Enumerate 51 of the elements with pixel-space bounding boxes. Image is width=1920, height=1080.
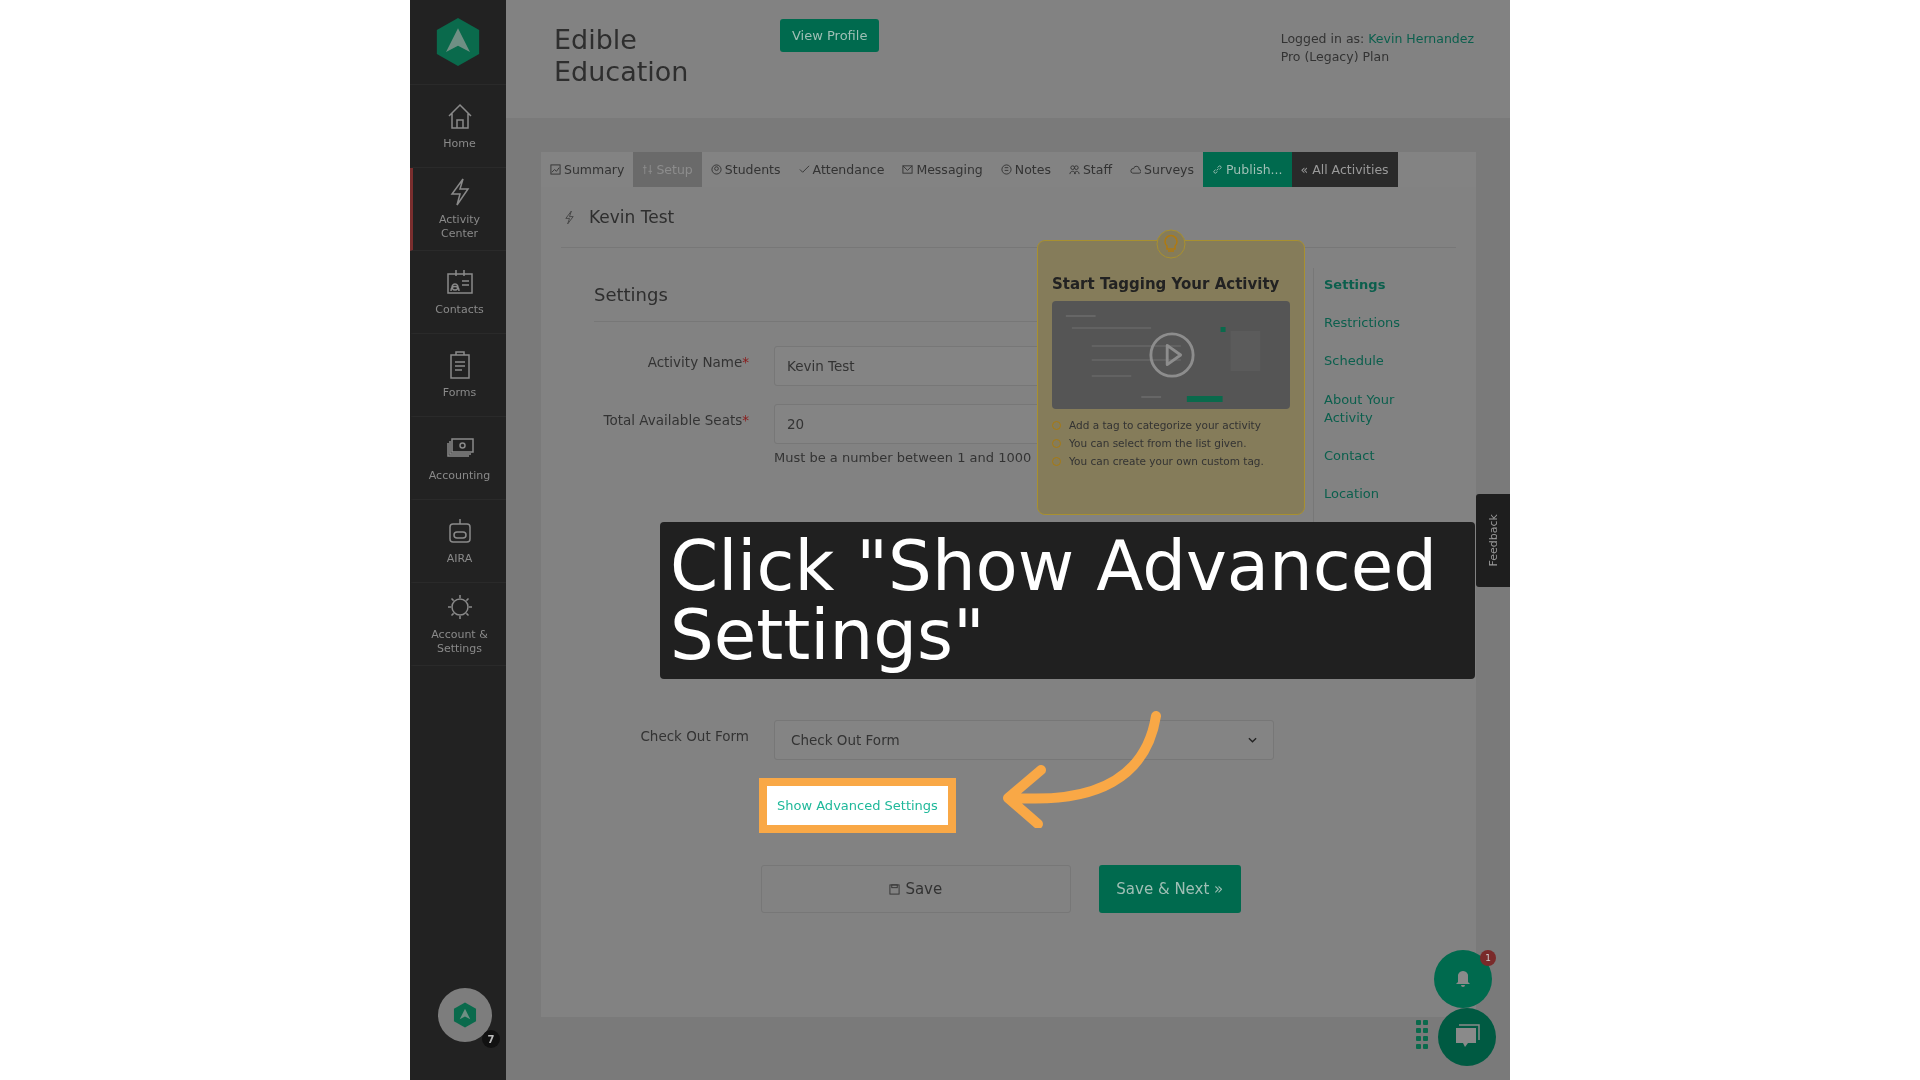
field-label: Activity Name* xyxy=(646,353,749,372)
lightning-icon xyxy=(564,209,575,225)
logo-icon[interactable] xyxy=(435,17,481,67)
checkmark-icon xyxy=(798,164,810,175)
section-link[interactable]: Location xyxy=(1324,485,1434,504)
tab[interactable]: Students xyxy=(701,152,790,187)
field-label: Check Out Form xyxy=(639,727,749,746)
people-icon xyxy=(1068,164,1080,175)
section-link[interactable]: Settings xyxy=(1324,276,1434,295)
section-link[interactable]: Schedule xyxy=(1324,352,1434,371)
chevron-down-icon xyxy=(1248,737,1257,743)
logo-icon xyxy=(453,1002,477,1028)
tab[interactable]: « All Activities xyxy=(1291,152,1398,187)
organization-title: Edible Education xyxy=(554,24,690,89)
logged-in-label: Logged in as: xyxy=(1280,31,1365,46)
field-hint: Must be a number between 1 and 1000 xyxy=(774,450,1032,465)
tab[interactable]: Notes xyxy=(991,152,1060,187)
step-text: Add a tag to categorize your activity xyxy=(1069,419,1261,431)
user-link[interactable]: Kevin Hernandez xyxy=(1368,31,1474,46)
chart-icon xyxy=(550,164,561,175)
note-icon xyxy=(1000,164,1012,175)
save-and-next-button[interactable]: Save & Next » xyxy=(1098,865,1241,913)
envelope-icon xyxy=(902,164,914,175)
save-button[interactable]: Save xyxy=(761,865,1071,913)
feedback-tab[interactable]: Feedback xyxy=(1476,494,1510,587)
show-advanced-settings-button[interactable]: Show Advanced Settings xyxy=(759,778,956,833)
notification-badge: 1 xyxy=(1480,950,1496,966)
step-text: You can create your own custom tag. xyxy=(1069,455,1264,467)
section-link[interactable]: Contact xyxy=(1324,446,1434,466)
notification-badge: 7 xyxy=(482,1030,500,1048)
view-profile-button[interactable]: View Profile xyxy=(780,19,880,52)
tab[interactable]: Staff xyxy=(1059,152,1122,187)
sliders-icon xyxy=(642,164,654,175)
tab[interactable]: Surveys xyxy=(1121,152,1204,187)
user-circle-icon xyxy=(710,164,722,175)
section-link[interactable]: Restrictions xyxy=(1324,314,1434,333)
link-icon xyxy=(1212,164,1224,175)
plan-label: Pro (Legacy) Plan xyxy=(1280,47,1391,65)
play-icon[interactable] xyxy=(1148,331,1196,379)
tab[interactable]: Attendance xyxy=(789,152,894,187)
activity-title: Kevin Test xyxy=(589,207,675,227)
select-field[interactable]: Check Out Form xyxy=(774,720,1274,760)
avatar[interactable] xyxy=(438,988,492,1042)
tab[interactable]: Publish... xyxy=(1203,152,1292,187)
chat-button[interactable] xyxy=(1438,1008,1496,1066)
cloud-icon xyxy=(1130,164,1142,175)
tab[interactable]: Summary xyxy=(541,152,634,187)
tab[interactable]: Messaging xyxy=(893,152,992,187)
field-label: Total Available Seats* xyxy=(602,411,749,430)
section-link[interactable]: About Your Activity xyxy=(1324,390,1434,427)
grid-dots-icon[interactable] xyxy=(1416,1020,1428,1050)
